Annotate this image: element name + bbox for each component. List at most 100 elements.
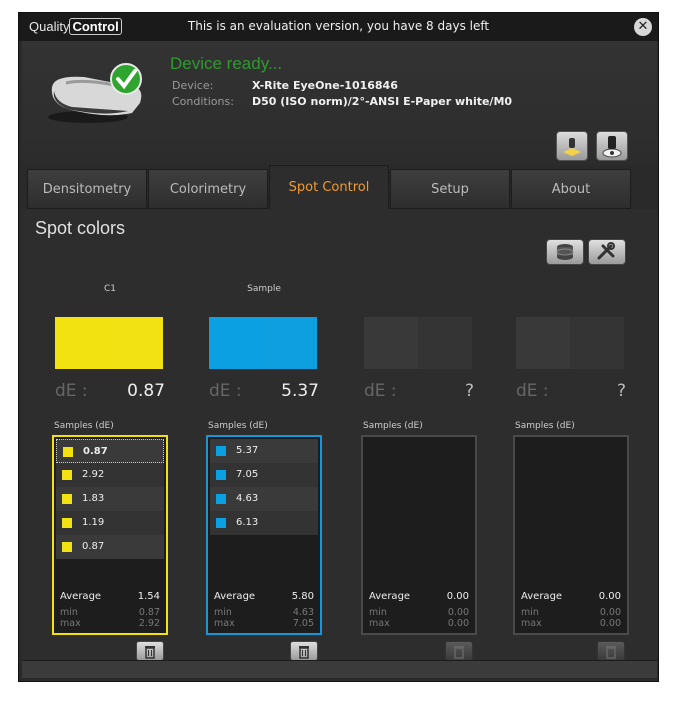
status-bar xyxy=(22,660,657,678)
average-row: Average 1.54 xyxy=(60,587,160,607)
color-square-icon xyxy=(62,542,72,552)
average-row: Average 0.00 xyxy=(521,587,621,607)
spectrophotometer-icon xyxy=(48,63,142,123)
list-item[interactable]: 1.19 xyxy=(56,511,164,535)
max-row: max 7.05 xyxy=(214,618,314,629)
close-icon[interactable]: ✕ xyxy=(634,18,652,36)
samples-panel[interactable]: 5.37 7.05 4.63 6.13 Average 5.80 min 4.63 … xyxy=(206,435,322,635)
min-row: min 0.00 xyxy=(521,607,621,618)
de-value: ? xyxy=(616,381,626,401)
reference-color xyxy=(55,317,109,369)
list-item[interactable]: 0.87 xyxy=(56,535,164,559)
min-row: min 4.63 xyxy=(214,607,314,618)
delete-button xyxy=(597,641,625,661)
de-value: ? xyxy=(464,381,474,401)
delete-button[interactable] xyxy=(136,641,164,661)
min-row: min 0.00 xyxy=(369,607,469,618)
column-label: Sample xyxy=(247,284,281,294)
reference-color xyxy=(364,317,418,369)
sample-value: 5.37 xyxy=(236,445,259,456)
device-status: Device ready... xyxy=(170,54,283,73)
samples-label: Samples (dE) xyxy=(54,421,114,431)
tab-spot-control[interactable]: Spot Control xyxy=(269,165,389,209)
min-row: min 0.87 xyxy=(60,607,160,618)
de-value: 5.37 xyxy=(281,381,319,401)
max-value: 2.92 xyxy=(138,618,160,629)
min-value: 4.63 xyxy=(292,607,314,618)
tab-densitometry[interactable]: Densitometry xyxy=(27,169,147,209)
tools-button[interactable] xyxy=(588,239,626,265)
samples-list: 5.37 7.05 4.63 6.13 xyxy=(210,439,318,535)
sample-value: 2.92 xyxy=(82,469,105,480)
tab-setup[interactable]: Setup xyxy=(390,169,510,209)
color-swatch xyxy=(364,317,472,369)
measured-color xyxy=(263,317,317,369)
sample-value: 4.63 xyxy=(236,493,259,504)
database-button[interactable] xyxy=(546,239,584,265)
conditions-label: Conditions: xyxy=(172,95,234,108)
color-swatch xyxy=(209,317,317,369)
list-item[interactable]: 7.05 xyxy=(210,463,318,487)
sample-value: 1.83 xyxy=(82,493,105,504)
list-item[interactable]: 4.63 xyxy=(210,487,318,511)
measured-color xyxy=(109,317,163,369)
device-label: Device: xyxy=(172,79,214,92)
reference-color xyxy=(209,317,263,369)
delete-button xyxy=(445,641,473,661)
tab-bar: Densitometry Colorimetry Spot Control Se… xyxy=(22,165,657,209)
list-item[interactable]: 5.37 xyxy=(210,439,318,463)
average-row: Average 5.80 xyxy=(214,587,314,607)
tab-about[interactable]: About xyxy=(511,169,631,209)
color-square-icon xyxy=(62,470,72,480)
min-value: 0.00 xyxy=(599,607,621,618)
color-swatch xyxy=(516,317,624,369)
color-square-icon xyxy=(62,518,72,528)
list-item[interactable]: 1.83 xyxy=(56,487,164,511)
samples-label: Samples (dE) xyxy=(208,421,268,431)
color-swatch xyxy=(55,317,163,369)
de-row: dE : ? xyxy=(516,381,626,403)
sample-value: 6.13 xyxy=(236,517,259,528)
list-item[interactable]: 6.13 xyxy=(210,511,318,535)
min-value: 0.00 xyxy=(447,607,469,618)
average-row: Average 0.00 xyxy=(369,587,469,607)
list-item[interactable]: 2.92 xyxy=(56,463,164,487)
delete-button[interactable] xyxy=(290,641,318,661)
color-square-icon xyxy=(216,494,226,504)
de-row: dE : ? xyxy=(364,381,474,403)
stats: Average 1.54 min 0.87 max 2.92 xyxy=(60,587,160,629)
de-value: 0.87 xyxy=(127,381,165,401)
average-value: 1.54 xyxy=(137,591,160,602)
color-square-icon xyxy=(216,518,226,528)
measured-color xyxy=(570,317,624,369)
measure-icon xyxy=(602,136,622,158)
de-row: dE : 0.87 xyxy=(55,381,165,403)
de-label: dE : xyxy=(364,381,397,401)
tab-colorimetry[interactable]: Colorimetry xyxy=(148,169,268,209)
color-square-icon xyxy=(216,446,226,456)
trash-icon xyxy=(299,646,309,659)
list-item[interactable]: 0.87 xyxy=(56,439,164,463)
max-value: 0.00 xyxy=(599,618,621,629)
spot-control-panel: Spot colors C1 dE : 0.87 Samples (dE) 0.… xyxy=(22,209,657,661)
database-icon xyxy=(556,244,574,260)
samples-panel[interactable]: Average 0.00 min 0.00 max 0.00 xyxy=(513,435,629,635)
sample-value: 0.87 xyxy=(83,446,108,457)
trash-icon xyxy=(454,646,464,659)
calibrate-button[interactable] xyxy=(556,131,588,161)
max-value: 7.05 xyxy=(292,618,314,629)
max-value: 0.00 xyxy=(447,618,469,629)
samples-panel[interactable]: Average 0.00 min 0.00 max 0.00 xyxy=(361,435,477,635)
color-square-icon xyxy=(62,494,72,504)
samples-panel[interactable]: 0.87 2.92 1.83 1.19 0.87 Average 1.54 min… xyxy=(52,435,168,635)
samples-label: Samples (dE) xyxy=(363,421,423,431)
measure-button[interactable] xyxy=(596,131,628,161)
max-row: max 0.00 xyxy=(521,618,621,629)
window-title: This is an evaluation version, you have … xyxy=(187,19,490,33)
column-label: C1 xyxy=(103,284,116,294)
measured-color xyxy=(418,317,472,369)
de-label: dE : xyxy=(209,381,242,401)
app-window: Quality Control This is an evaluation ver… xyxy=(18,12,659,682)
stats: Average 0.00 min 0.00 max 0.00 xyxy=(369,587,469,629)
calibrate-icon xyxy=(563,138,581,156)
